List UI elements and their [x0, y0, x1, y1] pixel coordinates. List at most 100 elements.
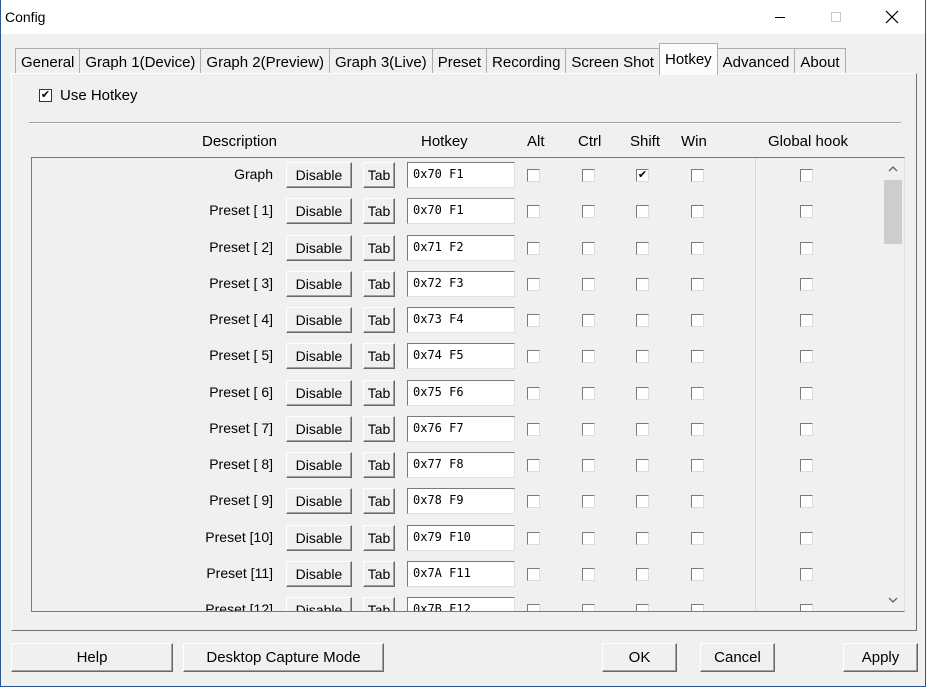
hotkey-field[interactable]: 0x73 F4 — [407, 307, 515, 333]
hotkey-field[interactable]: 0x71 F2 — [407, 234, 515, 261]
win-checkbox[interactable] — [691, 386, 704, 400]
use-hotkey-checkbox[interactable]: ✔ — [39, 89, 52, 102]
ok-button[interactable]: OK — [602, 643, 677, 672]
ctrl-checkbox[interactable] — [582, 350, 595, 364]
scroll-down-button[interactable] — [882, 589, 904, 611]
win-checkbox[interactable] — [691, 314, 704, 327]
global-checkbox[interactable] — [800, 350, 813, 364]
shift-checkbox[interactable] — [636, 567, 649, 581]
disable-button[interactable]: Disable — [286, 560, 352, 587]
shift-checkbox[interactable] — [636, 422, 649, 436]
scroll-up-button[interactable] — [882, 158, 904, 180]
tab-key-button[interactable]: Tab — [363, 379, 395, 406]
disable-button[interactable]: Disable — [286, 488, 352, 515]
shift-checkbox[interactable] — [636, 205, 649, 219]
disable-button[interactable]: Disable — [286, 379, 352, 406]
global-checkbox[interactable] — [800, 459, 813, 472]
apply-button[interactable]: Apply — [843, 643, 918, 672]
win-checkbox[interactable] — [691, 531, 704, 545]
global-checkbox[interactable] — [800, 277, 813, 291]
tab-key-button[interactable]: Tab — [363, 343, 395, 370]
win-checkbox[interactable] — [691, 495, 704, 509]
disable-button[interactable]: Disable — [286, 198, 352, 225]
win-checkbox[interactable] — [691, 241, 704, 255]
shift-checkbox[interactable] — [636, 386, 649, 400]
tab-key-button[interactable]: Tab — [363, 198, 395, 225]
alt-checkbox[interactable] — [527, 350, 540, 364]
ctrl-checkbox[interactable] — [582, 205, 595, 219]
ctrl-checkbox[interactable] — [582, 459, 595, 472]
win-checkbox[interactable] — [691, 567, 704, 581]
ctrl-checkbox[interactable] — [582, 604, 595, 611]
hotkey-field[interactable]: 0x7A F11 — [407, 560, 515, 587]
global-checkbox[interactable] — [800, 314, 813, 327]
disable-button[interactable]: Disable — [286, 270, 352, 297]
global-checkbox[interactable] — [800, 241, 813, 255]
ctrl-checkbox[interactable] — [582, 567, 595, 581]
global-checkbox[interactable] — [800, 422, 813, 436]
ctrl-checkbox[interactable] — [582, 169, 595, 182]
hotkey-field[interactable]: 0x74 F5 — [407, 343, 515, 370]
hotkey-field[interactable]: 0x79 F10 — [407, 524, 515, 551]
tab-hotkey[interactable]: Hotkey — [658, 43, 718, 75]
win-checkbox[interactable] — [691, 459, 704, 472]
disable-button[interactable]: Disable — [286, 307, 352, 333]
desktop-capture-mode-button[interactable]: Desktop Capture Mode — [183, 643, 384, 672]
tab-graph-1-device[interactable]: Graph 1(Device) — [79, 48, 202, 76]
shift-checkbox[interactable] — [636, 277, 649, 291]
alt-checkbox[interactable] — [527, 314, 540, 327]
hotkey-field[interactable]: 0x7B F12 — [407, 597, 515, 611]
cancel-button[interactable]: Cancel — [700, 643, 775, 672]
tab-key-button[interactable]: Tab — [363, 307, 395, 333]
vertical-scrollbar[interactable] — [882, 158, 904, 611]
hotkey-field[interactable]: 0x70 F1 — [407, 162, 515, 188]
tab-key-button[interactable]: Tab — [363, 452, 395, 478]
alt-checkbox[interactable] — [527, 531, 540, 545]
tab-general[interactable]: General — [15, 48, 81, 76]
use-hotkey-option[interactable]: ✔ Use Hotkey — [39, 87, 138, 104]
tab-key-button[interactable]: Tab — [363, 488, 395, 515]
shift-checkbox[interactable] — [636, 531, 649, 545]
disable-button[interactable]: Disable — [286, 452, 352, 478]
disable-button[interactable]: Disable — [286, 162, 352, 188]
win-checkbox[interactable] — [691, 205, 704, 219]
tab-recording[interactable]: Recording — [486, 48, 567, 76]
disable-button[interactable]: Disable — [286, 234, 352, 261]
tab-graph-2-preview[interactable]: Graph 2(Preview) — [200, 48, 330, 76]
minimize-button[interactable] — [757, 0, 803, 34]
close-button[interactable] — [869, 0, 915, 34]
ctrl-checkbox[interactable] — [582, 277, 595, 291]
tab-screen-shot[interactable]: Screen Shot — [565, 48, 660, 76]
win-checkbox[interactable] — [691, 422, 704, 436]
alt-checkbox[interactable] — [527, 567, 540, 581]
tab-key-button[interactable]: Tab — [363, 415, 395, 442]
alt-checkbox[interactable] — [527, 277, 540, 291]
alt-checkbox[interactable] — [527, 422, 540, 436]
alt-checkbox[interactable] — [527, 241, 540, 255]
alt-checkbox[interactable] — [527, 459, 540, 472]
hotkey-field[interactable]: 0x72 F3 — [407, 270, 515, 297]
shift-checkbox[interactable] — [636, 604, 649, 611]
shift-checkbox[interactable] — [636, 459, 649, 472]
alt-checkbox[interactable] — [527, 169, 540, 182]
shift-checkbox[interactable] — [636, 495, 649, 509]
alt-checkbox[interactable] — [527, 495, 540, 509]
help-button[interactable]: Help — [11, 643, 173, 672]
win-checkbox[interactable] — [691, 277, 704, 291]
disable-button[interactable]: Disable — [286, 415, 352, 442]
alt-checkbox[interactable] — [527, 386, 540, 400]
tab-key-button[interactable]: Tab — [363, 234, 395, 261]
disable-button[interactable]: Disable — [286, 343, 352, 370]
global-checkbox[interactable] — [800, 567, 813, 581]
maximize-button[interactable] — [813, 0, 859, 34]
shift-checkbox[interactable] — [636, 350, 649, 364]
tab-key-button[interactable]: Tab — [363, 162, 395, 188]
tab-advanced[interactable]: Advanced — [716, 48, 796, 76]
global-checkbox[interactable] — [800, 169, 813, 182]
win-checkbox[interactable] — [691, 350, 704, 364]
global-checkbox[interactable] — [800, 205, 813, 219]
hotkey-field[interactable]: 0x77 F8 — [407, 452, 515, 478]
tab-key-button[interactable]: Tab — [363, 560, 395, 587]
disable-button[interactable]: Disable — [286, 524, 352, 551]
scrollbar-thumb[interactable] — [884, 180, 902, 244]
